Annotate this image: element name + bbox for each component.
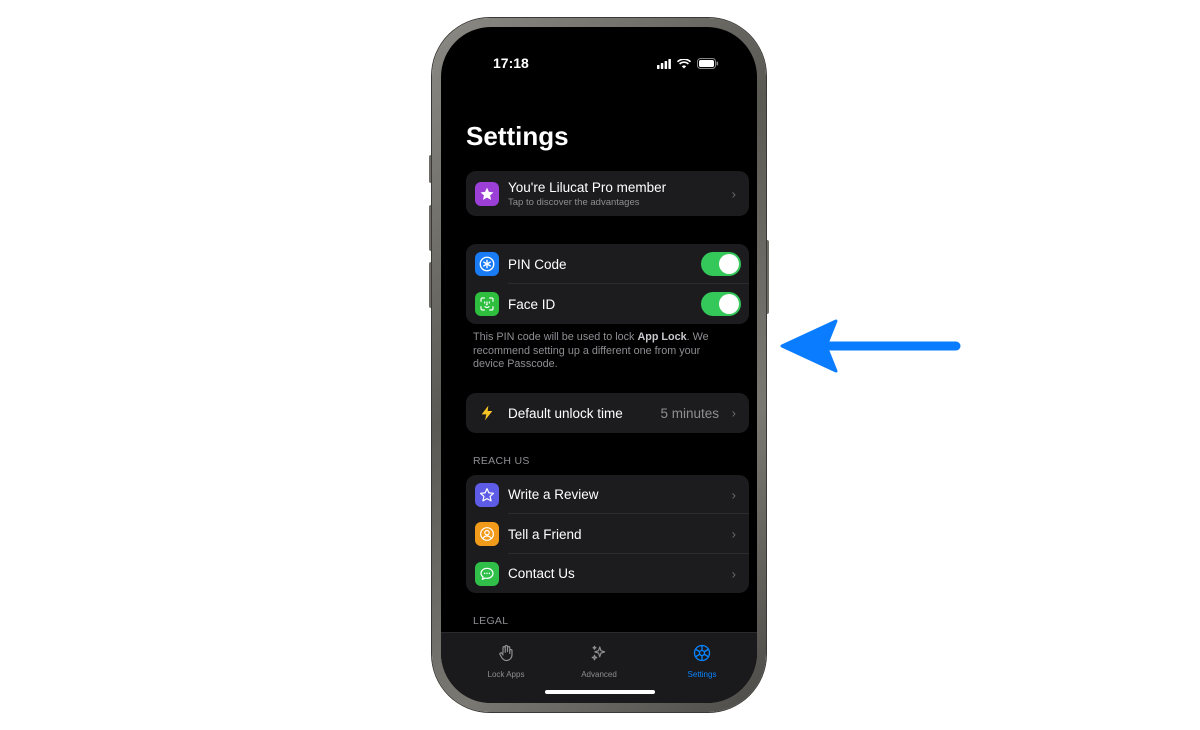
page-title: Settings [466, 121, 569, 151]
tab-settings[interactable]: Settings [657, 643, 747, 679]
contact-us-label: Contact Us [508, 566, 575, 581]
default-unlock-time-row[interactable]: Default unlock time 5 minutes › [466, 393, 749, 433]
default-unlock-time-label: Default unlock time [508, 405, 623, 421]
chevron-right-icon: › [731, 186, 736, 201]
bolt-icon [475, 401, 499, 425]
security-group: PIN Code Face ID [466, 244, 749, 324]
star-icon [475, 181, 499, 206]
reach-us-header: REACH US [473, 455, 530, 467]
pin-code-row: PIN Code [466, 244, 749, 284]
pro-member-subtitle: Tap to discover the advantages [508, 196, 640, 208]
chevron-right-icon: › [731, 526, 736, 542]
home-indicator[interactable] [545, 690, 655, 694]
status-icons [657, 56, 719, 74]
face-id-toggle[interactable] [701, 292, 741, 316]
write-review-label: Write a Review [508, 487, 599, 502]
message-icon [475, 561, 499, 586]
pin-code-label: PIN Code [508, 256, 567, 272]
battery-icon [697, 56, 719, 74]
face-id-row: Face ID [466, 284, 749, 324]
pin-code-toggle[interactable] [701, 252, 741, 276]
tab-advanced-label: Advanced [581, 670, 617, 679]
tab-advanced[interactable]: Advanced [554, 643, 644, 679]
chevron-right-icon: › [731, 405, 736, 421]
tab-settings-label: Settings [687, 670, 717, 679]
status-time: 17:18 [493, 55, 529, 71]
tell-friend-row[interactable]: Tell a Friend › [466, 514, 749, 554]
pro-member-card[interactable]: You're Lilucat Pro member Tap to discove… [466, 171, 749, 216]
wifi-icon [676, 56, 692, 74]
tab-lock-apps[interactable]: Lock Apps [461, 643, 551, 679]
reach-us-group: Write a Review › Tell a Friend › Contact… [466, 475, 749, 593]
tell-friend-label: Tell a Friend [508, 526, 582, 542]
phone-frame: 17:18 Settings You're Lilucat Pro member [432, 18, 766, 712]
gear-icon [692, 644, 712, 667]
legal-header: LEGAL [473, 615, 509, 627]
asterisk-icon [475, 252, 499, 276]
write-review-row[interactable]: Write a Review › [466, 475, 749, 514]
default-unlock-time-value: 5 minutes [660, 405, 719, 421]
face-id-icon [475, 292, 499, 316]
star-outline-icon [475, 482, 499, 507]
contact-us-row[interactable]: Contact Us › [466, 554, 749, 593]
pin-code-note: This PIN code will be used to lock App L… [473, 331, 709, 370]
phone-screen: 17:18 Settings You're Lilucat Pro member [441, 27, 757, 703]
pro-member-title: You're Lilucat Pro member [508, 179, 667, 195]
chevron-right-icon: › [731, 487, 736, 502]
tab-lock-apps-label: Lock Apps [487, 670, 525, 679]
sparkles-icon [590, 645, 608, 667]
hand-icon [497, 644, 515, 667]
tab-bar: Lock Apps Advanced Settings [441, 632, 757, 703]
person-icon [475, 522, 499, 546]
face-id-label: Face ID [508, 296, 556, 312]
arrow-left-icon [780, 318, 962, 374]
signal-icon [657, 56, 671, 74]
chevron-right-icon: › [731, 566, 736, 581]
